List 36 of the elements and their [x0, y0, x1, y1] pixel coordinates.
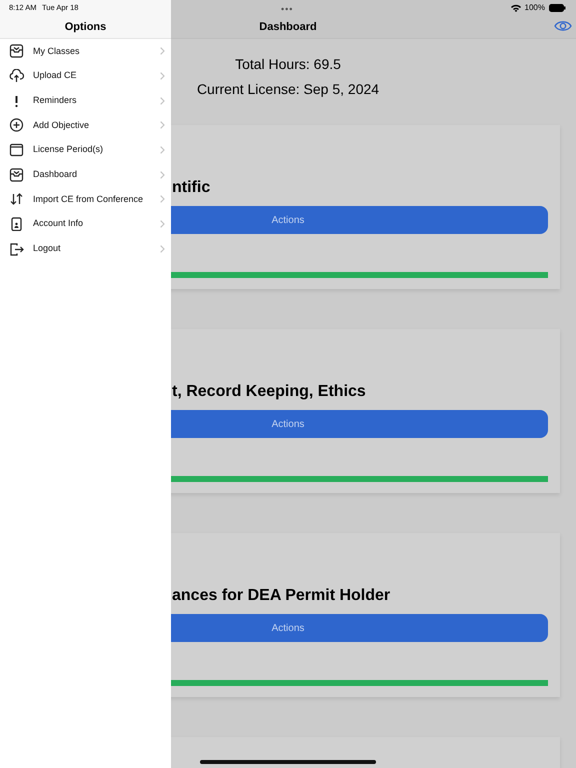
course-title: ntific — [172, 178, 210, 198]
chevron-icon — [160, 244, 165, 253]
logout-icon — [9, 242, 24, 256]
screen-title: Dashboard — [258, 20, 318, 35]
course-title: ances for DEA Permit Holder — [172, 586, 390, 606]
menu-item[interactable]: Logout — [0, 236, 171, 262]
tray-icon — [9, 44, 24, 58]
cloud-upload-icon — [9, 69, 24, 84]
chevron-icon — [160, 146, 165, 154]
menu-item[interactable]: Reminders — [0, 88, 171, 114]
chevron-icon — [160, 72, 165, 80]
chevron-icon — [160, 170, 165, 179]
menu-title: Options — [64, 20, 108, 35]
up-down-arrows-icon — [9, 192, 24, 206]
multitasking-dots[interactable]: ••• — [281, 3, 294, 16]
phone-person-icon — [9, 217, 24, 232]
tray-icon — [9, 168, 24, 182]
chevron-icon — [160, 96, 165, 105]
menu-item[interactable]: License Period(s) — [0, 138, 171, 162]
chevron-icon — [160, 121, 165, 130]
current-license-text: Current License: Sep 5, 2024 — [196, 80, 380, 99]
chevron-icon — [160, 47, 165, 56]
menu-item[interactable]: My Classes — [0, 39, 171, 64]
window-icon — [9, 143, 24, 158]
menu-item[interactable]: Upload CE — [0, 64, 171, 88]
wifi-icon — [510, 4, 521, 12]
chevron-icon — [160, 195, 165, 204]
menu-item[interactable]: Add Objective — [0, 113, 171, 138]
battery-icon — [549, 4, 566, 12]
menu-item[interactable]: Dashboard — [0, 162, 171, 188]
eye-icon[interactable] — [554, 20, 572, 32]
chevron-icon — [160, 220, 165, 228]
course-title: t, Record Keeping, Ethics — [172, 382, 366, 402]
total-hours-text: Total Hours: 69.5 — [235, 55, 341, 74]
battery-percentage: 100% — [524, 2, 545, 14]
plus-circle-icon — [9, 118, 24, 132]
